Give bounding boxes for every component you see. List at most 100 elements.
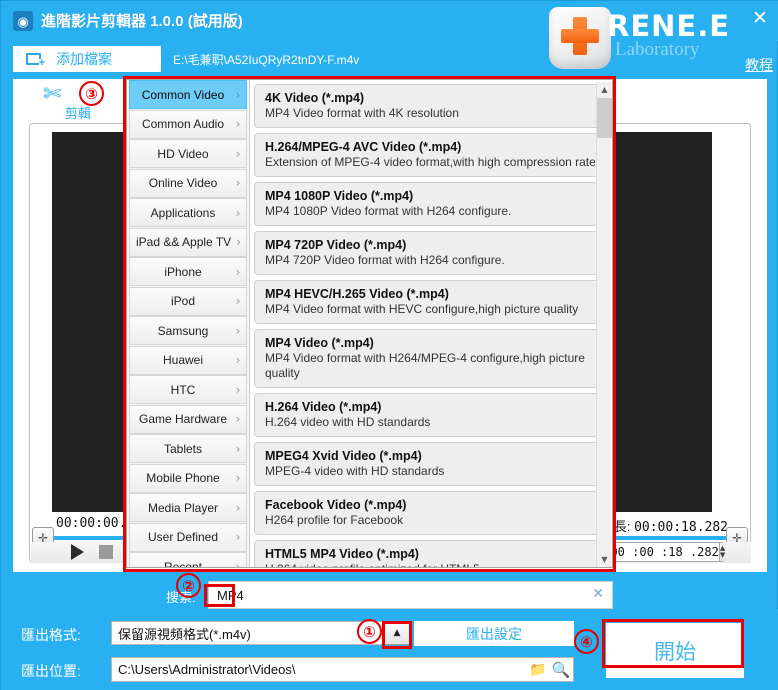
brand-name: RENE.E: [607, 9, 731, 43]
format-item[interactable]: MP4 1080P Video (*.mp4) MP4 1080P Video f…: [254, 182, 609, 226]
format-item[interactable]: HTML5 MP4 Video (*.mp4)H.264 video profi…: [254, 540, 609, 567]
time-spinner-arrows[interactable]: ▲ ▼: [718, 543, 726, 561]
film-reel-icon: ◉: [13, 11, 33, 31]
format-option-list[interactable]: 4K Video (*.mp4) MP4 Video format with 4K…: [250, 80, 612, 567]
format-item-description: MP4 720P Video format with H264 configur…: [265, 253, 505, 267]
category-item[interactable]: Online Video ›: [129, 168, 247, 198]
add-file-button[interactable]: + 添加檔案: [13, 46, 161, 72]
annotation-marker-2: ②: [176, 573, 201, 598]
format-item-description: MP4 1080P Video format with H264 configu…: [265, 204, 512, 218]
annotation-marker-4: ④: [574, 629, 599, 654]
brand-subtitle: Laboratory: [615, 39, 700, 60]
category-item[interactable]: Common Audio ›: [129, 109, 247, 139]
export-path-field[interactable]: C:\Users\Administrator\Videos\ 📁 🔍: [111, 657, 574, 682]
format-item[interactable]: MP4 HEVC/H.265 Video (*.mp4) MP4 Video fo…: [254, 280, 609, 324]
cross-icon-horizontal: [561, 29, 599, 43]
category-item-label: HTC: [170, 382, 196, 397]
category-item[interactable]: Mobile Phone ›: [129, 463, 247, 493]
chevron-right-icon: ›: [235, 205, 241, 220]
category-item[interactable]: Huawei ›: [129, 345, 247, 375]
brand-logo: RENE.E Laboratory: [549, 3, 759, 75]
format-item-title: MP4 720P Video (*.mp4): [265, 238, 407, 252]
format-item[interactable]: H.264 Video (*.mp4) H.264 video with HD s…: [254, 393, 609, 437]
export-format-field[interactable]: 保留源視頻格式(*.m4v): [111, 621, 387, 645]
format-dropdown-panel: Common Video › Common Audio › HD Video › Onlin…: [126, 79, 613, 568]
chevron-right-icon: ›: [235, 323, 241, 338]
loaded-file-path: E:\毛兼职\A52IuQRyR2tnDY-F.m4v: [173, 53, 360, 67]
chevron-right-icon: ›: [235, 412, 241, 426]
chevron-up-icon[interactable]: ▲: [384, 621, 410, 645]
close-icon[interactable]: ✕: [592, 586, 604, 602]
format-item[interactable]: 4K Video (*.mp4) MP4 Video format with 4K…: [254, 84, 609, 128]
category-item-label: Common Video: [141, 87, 225, 102]
category-item[interactable]: Media Player ›: [129, 493, 247, 522]
format-item-title: MPEG4 Xvid Video (*.mp4): [265, 449, 422, 463]
scroll-down-icon[interactable]: ▼: [597, 552, 612, 567]
format-item-title: H.264/MPEG-4 AVC Video (*.mp4): [265, 140, 462, 154]
category-item-label: Game Hardware: [138, 412, 228, 426]
add-folder-icon: +: [26, 51, 45, 69]
format-item-description: H.264 video profile optimized for HTML5: [265, 562, 600, 567]
format-list-scrollbar[interactable]: ▲ ▼: [596, 82, 612, 567]
tutorial-link[interactable]: 教程: [745, 55, 773, 75]
category-item[interactable]: Recent ›: [129, 552, 247, 567]
chevron-right-icon: ›: [235, 382, 241, 397]
chevron-right-icon: ›: [235, 176, 241, 190]
export-path-label: 匯出位置:: [21, 663, 81, 679]
category-item-label: Online Video: [148, 176, 218, 190]
start-button[interactable]: 開始: [606, 623, 744, 678]
magnifier-icon[interactable]: 🔍: [549, 661, 573, 679]
close-icon[interactable]: ✕: [749, 7, 771, 29]
category-item[interactable]: User Defined ›: [129, 522, 247, 552]
category-item[interactable]: iPad && Apple TV ›: [129, 227, 247, 257]
export-format-label: 匯出格式:: [21, 627, 81, 643]
format-item[interactable]: H.264/MPEG-4 AVC Video (*.mp4) Extension …: [254, 133, 609, 177]
chevron-right-icon: ›: [236, 235, 241, 249]
category-item[interactable]: Tablets ›: [129, 434, 247, 463]
category-item[interactable]: HTC ›: [129, 375, 247, 404]
format-item-description: MP4 Video format with HEVC configure,hig…: [265, 302, 579, 316]
format-item[interactable]: MP4 Video (*.mp4) MP4 Video format with H…: [254, 329, 609, 388]
format-item-description: MPEG-4 video with HD standards: [265, 464, 445, 478]
chevron-right-icon: ›: [235, 294, 241, 308]
category-item[interactable]: Common Video ›: [129, 80, 247, 109]
category-item[interactable]: Game Hardware ›: [129, 404, 247, 434]
format-item[interactable]: MP4 720P Video (*.mp4) MP4 720P Video for…: [254, 231, 609, 275]
chevron-right-icon: ›: [235, 146, 241, 161]
category-item-label: Mobile Phone: [146, 471, 220, 485]
format-item[interactable]: MPEG4 Xvid Video (*.mp4) MPEG-4 video wit…: [254, 442, 609, 486]
category-item[interactable]: Samsung ›: [129, 316, 247, 345]
format-item-description: MP4 Video format with H264/MPEG-4 config…: [265, 351, 585, 380]
export-format-value: 保留源視頻格式(*.m4v): [118, 626, 251, 642]
chevron-right-icon: ›: [235, 500, 241, 515]
stop-icon[interactable]: [99, 545, 113, 559]
format-item-title: MP4 Video (*.mp4): [265, 336, 374, 350]
title-bar: ◉ 進階影片剪輯器 1.0.0 (試用版) RENE.E Laboratory …: [1, 1, 778, 73]
duration-display: 時長: 00:00:18.282: [601, 516, 728, 535]
export-settings-button[interactable]: 匯出設定: [414, 621, 574, 646]
format-item[interactable]: Facebook Video (*.mp4) H264 profile for F…: [254, 491, 609, 535]
category-item-label: iPod: [170, 294, 196, 308]
application-window: ◉ 進階影片剪輯器 1.0.0 (試用版) RENE.E Laboratory …: [0, 0, 778, 690]
category-item-label: iPad && Apple TV: [136, 235, 232, 249]
category-item[interactable]: HD Video ›: [129, 139, 247, 168]
search-input[interactable]: MP4 ✕: [208, 581, 613, 609]
cross-icon-vertical: [573, 17, 587, 55]
format-item-description: H.264 video with HD standards: [265, 415, 431, 429]
scrollbar-thumb[interactable]: [597, 98, 612, 138]
play-icon[interactable]: [71, 544, 84, 560]
category-item-label: Recent: [163, 559, 203, 568]
category-item-label: Huawei: [162, 353, 204, 367]
category-item[interactable]: iPhone ›: [129, 257, 247, 286]
folder-icon[interactable]: 📁: [527, 662, 549, 678]
category-item-label: Tablets: [163, 441, 203, 456]
format-items-container: 4K Video (*.mp4) MP4 Video format with 4K…: [254, 84, 609, 567]
format-item-description: H264 profile for Facebook: [265, 513, 404, 527]
format-item-title: HTML5 MP4 Video (*.mp4): [265, 547, 419, 561]
scroll-up-icon[interactable]: ▲: [597, 82, 612, 97]
format-item-title: 4K Video (*.mp4): [265, 91, 365, 105]
format-category-list[interactable]: Common Video › Common Audio › HD Video › Onlin…: [127, 80, 250, 567]
category-item-label: iPhone: [164, 264, 202, 279]
category-item[interactable]: Applications ›: [129, 198, 247, 227]
category-item[interactable]: iPod ›: [129, 286, 247, 316]
